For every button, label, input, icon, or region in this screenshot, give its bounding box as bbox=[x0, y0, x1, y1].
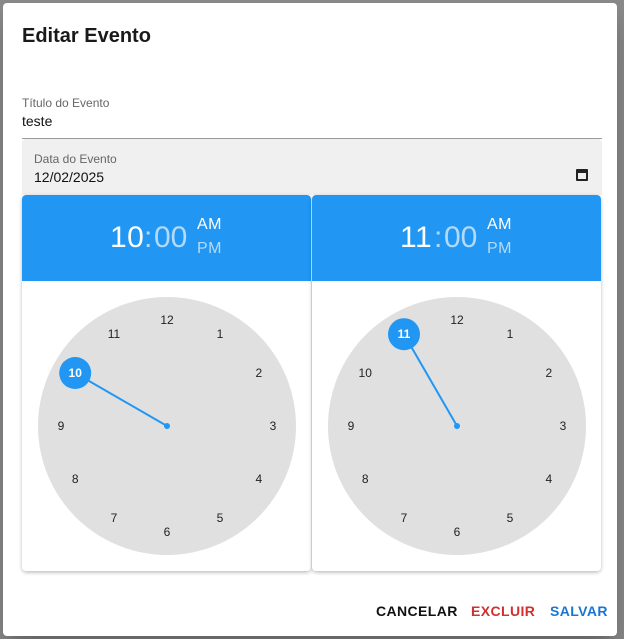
start-clock-hour-7[interactable]: 7 bbox=[111, 511, 118, 525]
start-clock-hour-12[interactable]: 12 bbox=[160, 313, 174, 327]
start-minute-display[interactable]: 00 bbox=[154, 221, 187, 255]
end-clock-hour-7[interactable]: 7 bbox=[401, 511, 408, 525]
end-clock-hour-8[interactable]: 8 bbox=[362, 472, 369, 486]
event-title-value[interactable]: teste bbox=[22, 113, 52, 129]
end-time-picker: 11 : 00 AM PM 12 1 2 3 4 5 6 7 8 9 10 11 bbox=[312, 195, 601, 571]
end-minute-display[interactable]: 00 bbox=[444, 221, 477, 255]
start-clock-hour-11[interactable]: 11 bbox=[108, 327, 121, 341]
end-clock-hour-11[interactable]: 11 bbox=[398, 327, 411, 341]
end-clock-face[interactable]: 121234567891011 bbox=[312, 281, 601, 571]
start-clock-hour-6[interactable]: 6 bbox=[164, 525, 171, 539]
start-clock-hour-9[interactable]: 9 bbox=[58, 419, 65, 433]
event-title-field[interactable]: Título do Evento teste bbox=[22, 92, 602, 139]
end-clock-hour-5[interactable]: 5 bbox=[507, 511, 514, 525]
start-time-header: 10 : 00 AM PM bbox=[22, 195, 311, 281]
end-clock-hour-6[interactable]: 6 bbox=[454, 525, 461, 539]
save-button[interactable]: SALVAR bbox=[550, 603, 608, 619]
dialog-title: Editar Evento bbox=[22, 25, 151, 47]
start-clock-hour-10[interactable]: 10 bbox=[69, 366, 83, 380]
start-clock-hour-5[interactable]: 5 bbox=[217, 511, 224, 525]
end-clock-hour-4[interactable]: 4 bbox=[545, 472, 552, 486]
end-pm-toggle[interactable]: PM bbox=[487, 240, 512, 258]
start-am-toggle[interactable]: AM bbox=[197, 216, 222, 234]
event-date-label: Data do Evento bbox=[34, 152, 117, 166]
end-am-toggle[interactable]: AM bbox=[487, 216, 512, 234]
calendar-icon[interactable] bbox=[576, 169, 588, 181]
end-clock-hour-1[interactable]: 1 bbox=[507, 327, 514, 341]
start-colon: : bbox=[144, 221, 153, 254]
start-clock-face[interactable]: 121234567891011 bbox=[22, 281, 311, 571]
end-clock-center bbox=[454, 423, 460, 429]
end-clock-hour-10[interactable]: 10 bbox=[359, 366, 373, 380]
end-time-header: 11 : 00 AM PM bbox=[312, 195, 601, 281]
edit-event-dialog: Editar Evento Título do Evento teste Dat… bbox=[3, 3, 617, 636]
start-clock-hour-3[interactable]: 3 bbox=[270, 419, 277, 433]
end-clock-hour-9[interactable]: 9 bbox=[348, 419, 355, 433]
event-date-field[interactable]: Data do Evento 12/02/2025 bbox=[22, 139, 602, 195]
end-colon: : bbox=[434, 221, 443, 254]
start-clock-hour-4[interactable]: 4 bbox=[255, 472, 262, 486]
delete-button[interactable]: EXCLUIR bbox=[471, 603, 535, 619]
event-date-value[interactable]: 12/02/2025 bbox=[34, 169, 104, 185]
start-time-picker: 10 : 00 AM PM 12 1 2 3 4 5 6 7 8 9 10 11 bbox=[22, 195, 311, 571]
start-clock-hour-8[interactable]: 8 bbox=[72, 472, 79, 486]
end-hour-display[interactable]: 11 bbox=[400, 221, 432, 255]
end-clock-hour-3[interactable]: 3 bbox=[560, 419, 567, 433]
event-title-label: Título do Evento bbox=[22, 96, 110, 110]
end-clock-hour-2[interactable]: 2 bbox=[545, 366, 552, 380]
start-pm-toggle[interactable]: PM bbox=[197, 240, 222, 258]
start-clock-center bbox=[164, 423, 170, 429]
cancel-button[interactable]: CANCELAR bbox=[376, 603, 458, 619]
start-hour-display[interactable]: 10 bbox=[110, 221, 144, 255]
start-clock-hour-1[interactable]: 1 bbox=[217, 327, 224, 341]
end-clock-hour-12[interactable]: 12 bbox=[450, 313, 464, 327]
start-clock-hour-2[interactable]: 2 bbox=[255, 366, 262, 380]
